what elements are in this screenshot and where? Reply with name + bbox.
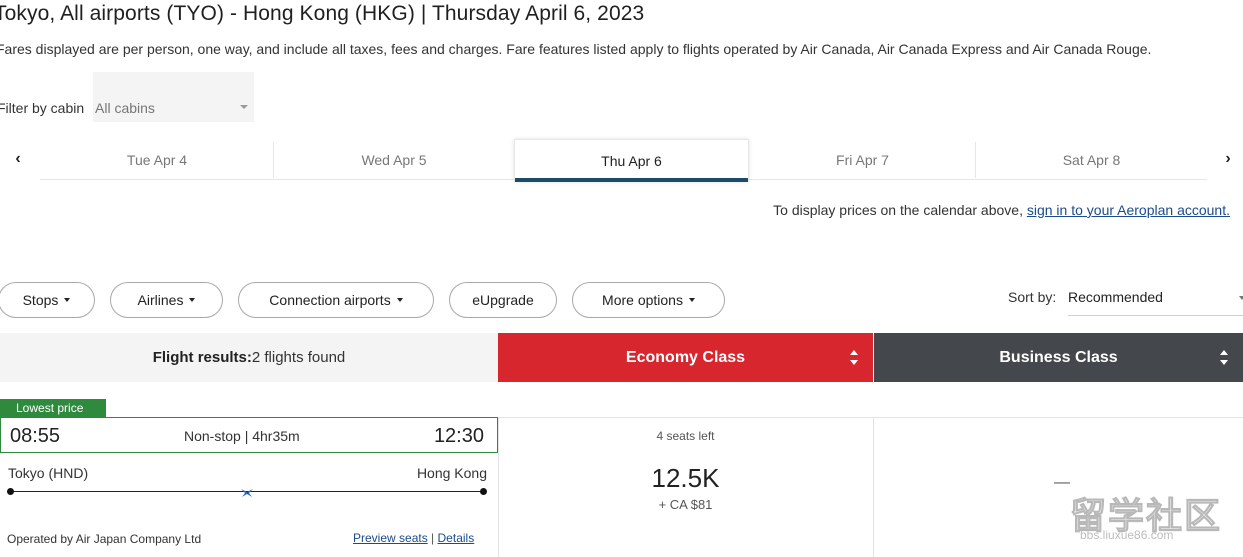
date-tab[interactable]: Wed Apr 5 bbox=[274, 140, 514, 180]
origin-airport: Tokyo (HND) bbox=[8, 465, 89, 481]
cabin-filter-select[interactable]: All cabins bbox=[93, 72, 254, 122]
caret-down-icon bbox=[64, 298, 71, 302]
sort-select[interactable]: Recommended bbox=[1068, 282, 1243, 316]
date-tab[interactable]: Fri Apr 7 bbox=[749, 140, 976, 180]
airlines-filter-label: Airlines bbox=[137, 292, 184, 308]
date-tab-active[interactable]: Thu Apr 6 bbox=[514, 139, 749, 182]
destination-dot bbox=[480, 488, 487, 495]
connection-filter-label: Connection airports bbox=[269, 292, 391, 308]
business-price-unavailable: — bbox=[1054, 474, 1070, 491]
connection-airports-filter-button[interactable]: Connection airports bbox=[238, 282, 434, 318]
fare-disclaimer: Fares displayed are per person, one way,… bbox=[0, 41, 1152, 57]
more-options-button[interactable]: More options bbox=[572, 282, 725, 318]
flight-duration: Non-stop | 4hr35m bbox=[184, 428, 300, 444]
date-tab-label: Tue Apr 4 bbox=[126, 152, 188, 168]
cabin-filter-value: All cabins bbox=[95, 100, 155, 116]
link-separator: | bbox=[431, 531, 435, 545]
flight-results-header: Flight results: 2 flights found bbox=[0, 333, 498, 382]
economy-price-points[interactable]: 12.5K bbox=[498, 463, 873, 494]
date-tabs: Tue Apr 4 Wed Apr 5 Thu Apr 6 Fri Apr 7 … bbox=[40, 139, 1207, 182]
divider bbox=[873, 418, 874, 557]
origin-dot bbox=[7, 488, 14, 495]
page-title: Tokyo, All airports (TYO) - Hong Kong (H… bbox=[0, 2, 645, 25]
date-tab[interactable]: Sat Apr 8 bbox=[976, 140, 1207, 180]
watermark: 留学社区 bbs.liuxue86.com bbox=[1069, 487, 1240, 547]
caret-down-icon bbox=[688, 298, 695, 302]
aeroplan-signin-note: To display prices on the calendar above,… bbox=[773, 202, 1230, 218]
economy-seats-left: 4 seats left bbox=[656, 429, 715, 443]
airlines-filter-button[interactable]: Airlines bbox=[110, 282, 223, 318]
chevron-right-icon[interactable]: › bbox=[1220, 150, 1236, 168]
preview-seats-link[interactable]: Preview seats bbox=[353, 531, 428, 545]
caret-down-icon bbox=[189, 298, 196, 302]
caret-down-icon bbox=[396, 298, 403, 302]
flight-links: Preview seats | Details bbox=[353, 531, 474, 545]
sort-value: Recommended bbox=[1068, 289, 1163, 305]
chevron-down-icon bbox=[240, 105, 248, 109]
sort-label: Sort by: bbox=[1008, 289, 1057, 305]
business-class-label: Business Class bbox=[999, 348, 1118, 366]
operated-by: Operated by Air Japan Company Ltd bbox=[7, 532, 202, 546]
lowest-price-badge: Lowest price bbox=[0, 399, 106, 417]
chevron-left-icon[interactable]: ‹ bbox=[10, 150, 26, 168]
flight-results-label: Flight results: bbox=[152, 349, 252, 366]
date-tab-label: Fri Apr 7 bbox=[836, 152, 889, 168]
economy-class-column-header[interactable]: Economy Class bbox=[498, 333, 873, 382]
sort-arrows-icon bbox=[850, 350, 858, 366]
cabin-filter-label: Filter by cabin bbox=[0, 100, 85, 116]
business-class-column-header[interactable]: Business Class bbox=[874, 333, 1243, 382]
economy-price-taxes: + CA $81 bbox=[658, 497, 713, 512]
date-tab-label: Thu Apr 6 bbox=[601, 153, 662, 169]
airline-logo-icon bbox=[241, 489, 253, 497]
eupgrade-filter-button[interactable]: eUpgrade bbox=[449, 282, 557, 318]
date-tab-label: Wed Apr 5 bbox=[361, 152, 427, 168]
chevron-down-icon bbox=[1239, 296, 1243, 300]
active-tab-indicator bbox=[515, 178, 748, 182]
details-link[interactable]: Details bbox=[438, 531, 475, 545]
economy-class-label: Economy Class bbox=[625, 348, 746, 366]
flight-summary-bar[interactable]: 08:55 Non-stop | 4hr35m 12:30 bbox=[0, 417, 498, 453]
arrival-time: 12:30 bbox=[433, 425, 484, 447]
aeroplan-signin-link[interactable]: sign in to your Aeroplan account. bbox=[1027, 202, 1230, 218]
stops-filter-label: Stops bbox=[22, 292, 59, 308]
departure-time: 08:55 bbox=[10, 425, 61, 447]
aeroplan-note-text: To display prices on the calendar above, bbox=[773, 202, 1027, 218]
flight-results-count: 2 flights found bbox=[251, 349, 346, 366]
sort-arrows-icon bbox=[1220, 350, 1228, 366]
watermark-url: bbs.liuxue86.com bbox=[1080, 528, 1174, 542]
eupgrade-filter-label: eUpgrade bbox=[472, 292, 534, 308]
destination-airport: Hong Kong bbox=[416, 465, 487, 481]
more-options-label: More options bbox=[602, 292, 683, 308]
stops-filter-button[interactable]: Stops bbox=[0, 282, 95, 318]
date-tab-label: Sat Apr 8 bbox=[1062, 152, 1121, 168]
date-tab[interactable]: Tue Apr 4 bbox=[40, 140, 274, 180]
